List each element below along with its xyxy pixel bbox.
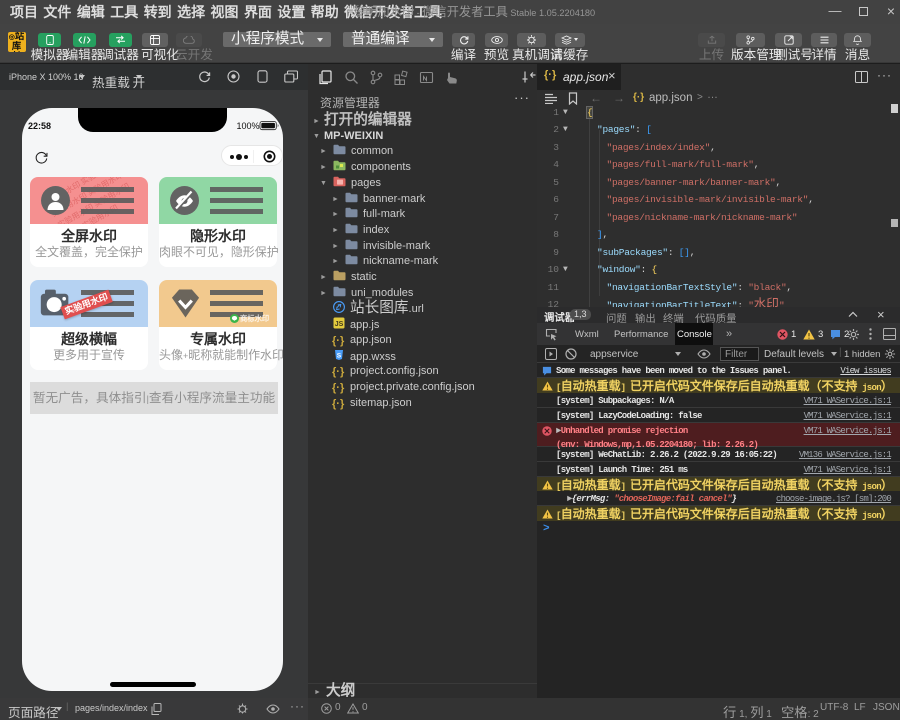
svg-text:JS: JS bbox=[335, 321, 344, 328]
svg-text:S: S bbox=[337, 352, 342, 359]
